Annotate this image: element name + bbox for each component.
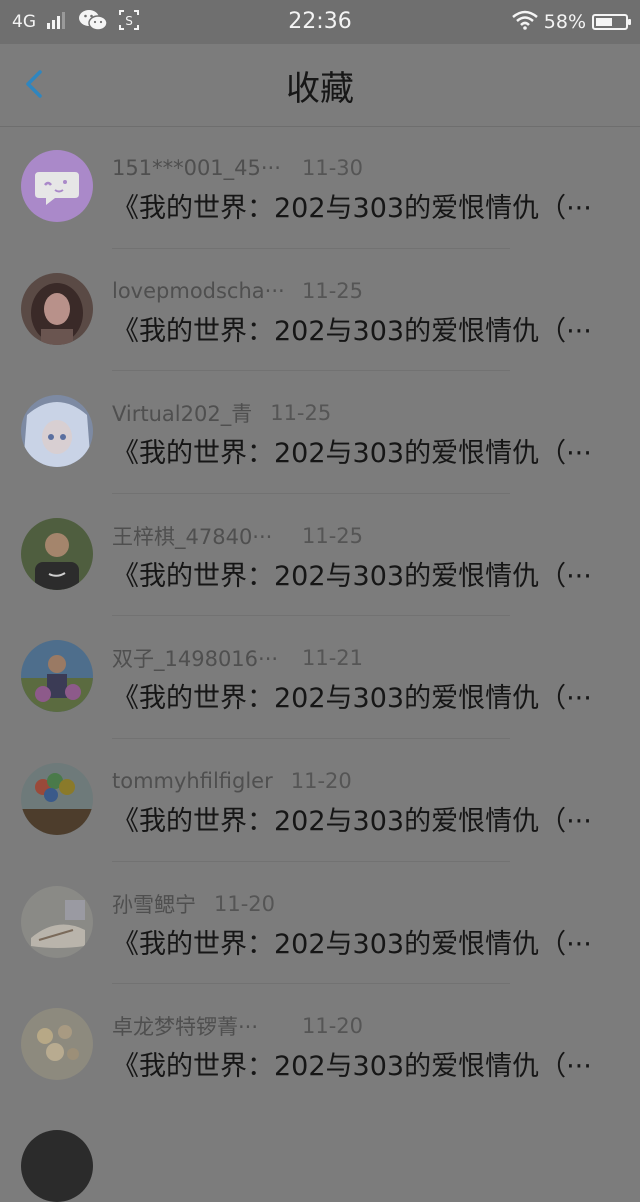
nav-bar: 收藏 <box>0 44 640 127</box>
item-user-name: tommyhfilfigler <box>112 768 273 793</box>
item-meta: 孙雪鳃宁 11-20 <box>112 889 275 919</box>
item-user-name: 双子_1498016··· <box>112 647 279 672</box>
avatar <box>21 640 93 713</box>
item-meta: Virtual202_青 11-25 <box>112 398 331 428</box>
list-item[interactable]: 卓龙梦特锣菁··· 11-20 《我的世界：202与303的爱恨情仇（··· <box>0 984 640 1107</box>
item-user-name: 孙雪鳃宁 <box>112 892 196 917</box>
battery-level-fill <box>596 18 612 26</box>
item-user-name: Virtual202_青 <box>112 402 253 427</box>
item-date: 11-20 <box>214 891 276 916</box>
item-date: 11-25 <box>302 523 364 548</box>
list-item[interactable]: 151***001_45··· 11-30 《我的世界：202与303的爱恨情仇… <box>0 126 640 249</box>
avatar <box>21 395 93 468</box>
item-date: 11-21 <box>302 646 364 671</box>
avatar <box>21 885 93 958</box>
avatar <box>21 272 93 345</box>
item-meta: 151***001_45··· 11-30 <box>112 153 363 183</box>
item-message: 《我的世界：202与303的爱恨情仇（··· <box>112 805 592 837</box>
avatar <box>21 1008 93 1081</box>
avatar <box>21 1130 93 1202</box>
item-meta: lovepmodscha··· 11-25 <box>112 276 363 306</box>
item-date: 11-20 <box>302 1014 364 1039</box>
wifi-icon <box>511 10 538 35</box>
avatar <box>21 517 93 590</box>
battery-icon <box>592 14 631 30</box>
avatar <box>21 762 93 835</box>
favorites-list: 151***001_45··· 11-30 《我的世界：202与303的爱恨情仇… <box>0 126 640 1107</box>
item-meta: 双子_1498016··· 11-21 <box>112 643 363 673</box>
list-item[interactable]: 王梓棋_47840··· 11-25 《我的世界：202与303的爱恨情仇（··… <box>0 494 640 617</box>
status-right: 58% <box>511 0 631 44</box>
item-meta: 王梓棋_47840··· 11-25 <box>112 521 363 551</box>
item-message: 《我的世界：202与303的爱恨情仇（··· <box>112 928 592 960</box>
list-item[interactable]: 双子_1498016··· 11-21 《我的世界：202与303的爱恨情仇（·… <box>0 616 640 739</box>
item-message: 《我的世界：202与303的爱恨情仇（··· <box>112 1051 592 1083</box>
list-item[interactable]: lovepmodscha··· 11-25 《我的世界：202与303的爱恨情仇… <box>0 249 640 372</box>
item-user-name: lovepmodscha··· <box>112 278 285 303</box>
item-meta: tommyhfilfigler 11-20 <box>112 766 352 796</box>
item-message: 《我的世界：202与303的爱恨情仇（··· <box>112 438 592 470</box>
status-bar: 4G S 22:36 58% <box>0 0 640 44</box>
list-item[interactable]: tommyhfilfigler 11-20 《我的世界：202与303的爱恨情仇… <box>0 739 640 862</box>
item-message: 《我的世界：202与303的爱恨情仇（··· <box>112 683 592 715</box>
item-date: 11-25 <box>302 278 364 303</box>
item-user-name: 王梓棋_47840··· <box>112 524 273 549</box>
avatar <box>21 150 93 222</box>
item-user-name: 151***001_45··· <box>112 156 281 180</box>
item-user-name: 卓龙梦特锣菁··· <box>112 1015 259 1040</box>
item-date: 11-20 <box>290 768 352 793</box>
page-title: 收藏 <box>286 69 354 109</box>
item-date: 11-30 <box>302 156 364 180</box>
item-message: 《我的世界：202与303的爱恨情仇（··· <box>112 193 592 224</box>
item-message: 《我的世界：202与303的爱恨情仇（··· <box>112 560 592 592</box>
list-item[interactable]: 孙雪鳃宁 11-20 《我的世界：202与303的爱恨情仇（··· <box>0 862 640 985</box>
list-item[interactable]: Virtual202_青 11-25 《我的世界：202与303的爱恨情仇（··… <box>0 371 640 494</box>
item-message: 《我的世界：202与303的爱恨情仇（··· <box>112 315 592 347</box>
battery-percent: 58% <box>543 11 586 33</box>
item-date: 11-25 <box>270 401 332 426</box>
item-meta: 卓龙梦特锣菁··· 11-20 <box>112 1011 363 1041</box>
